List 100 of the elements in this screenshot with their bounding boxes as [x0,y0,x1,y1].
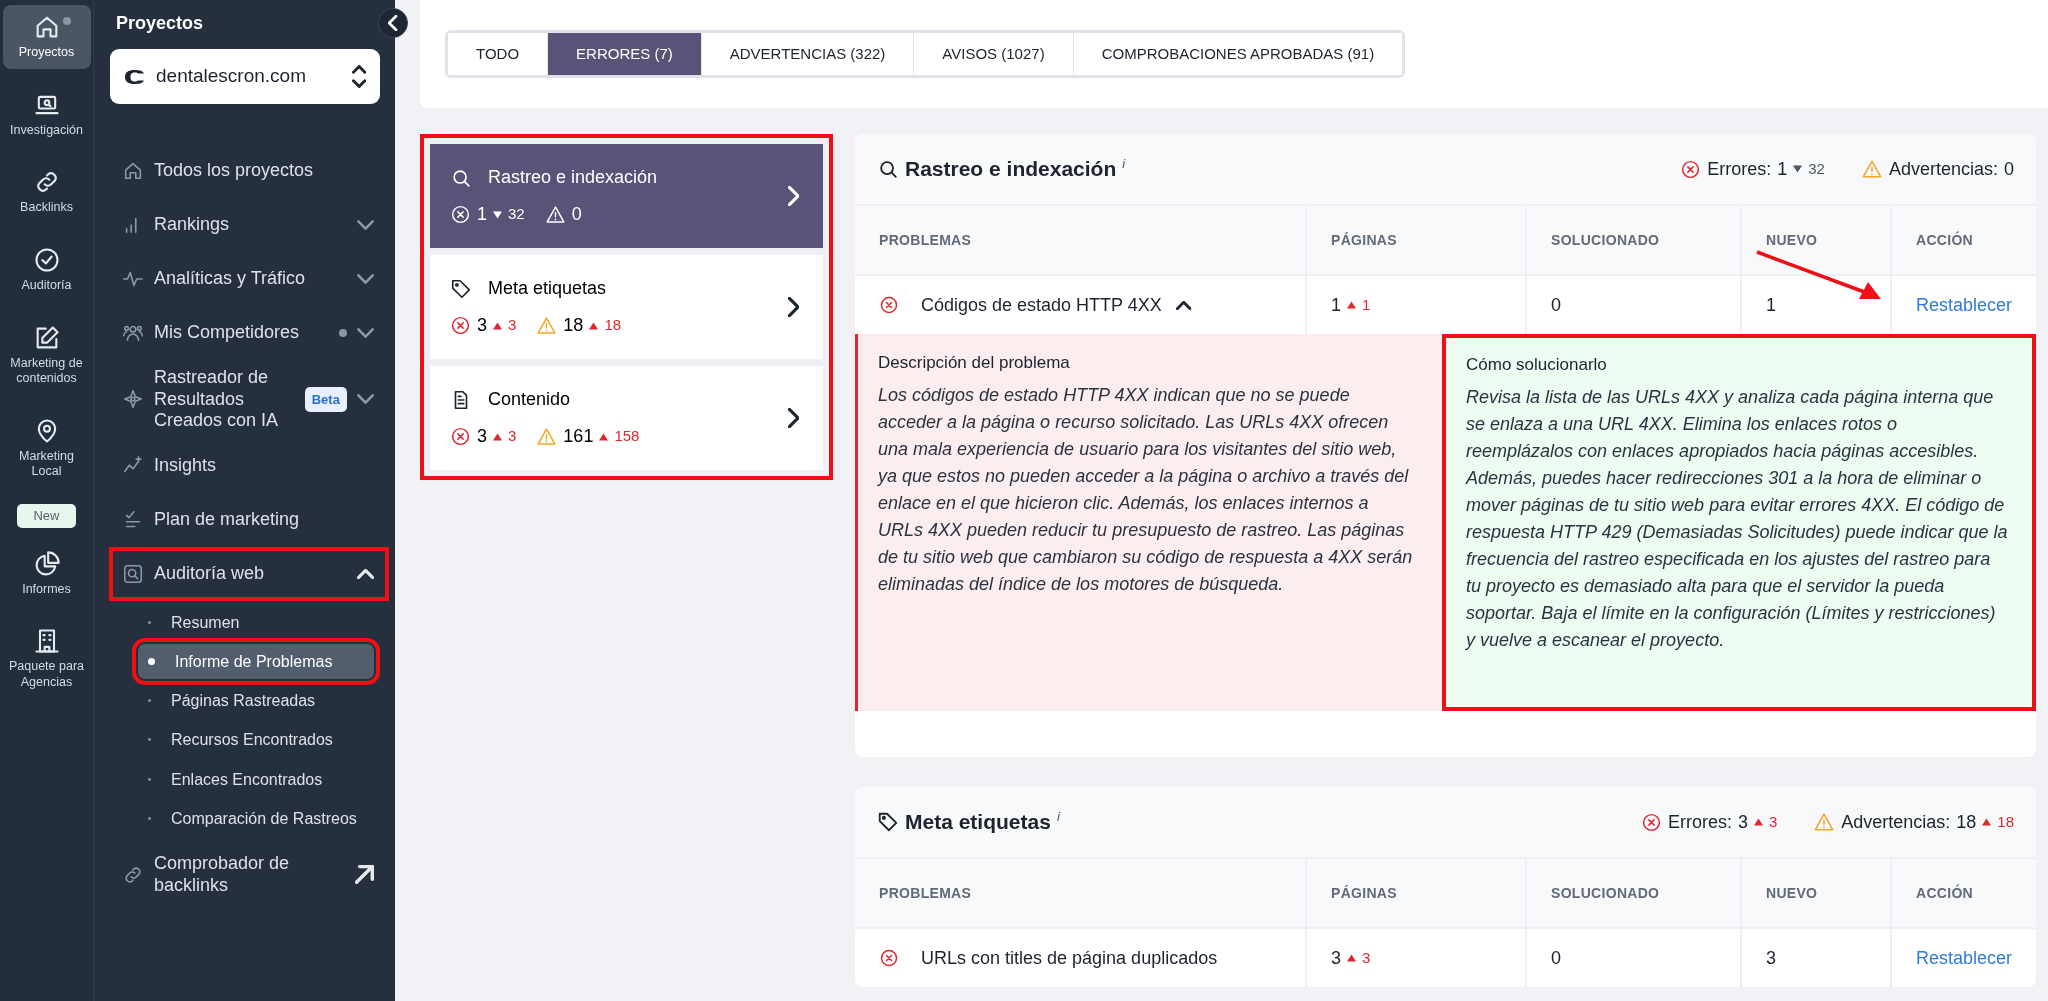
sidebar-sub-item[interactable]: Recursos Encontrados [138,722,374,758]
warning-icon [1860,158,1883,180]
rail-nav-item[interactable]: Marketing de contenidos [2,315,91,395]
column-header: PROBLEMAS [855,204,1305,274]
info-marker[interactable]: i [1056,807,1060,827]
tag-icon [877,811,899,833]
column-header: SOLUCIONADO [1525,204,1740,274]
warning-icon [536,315,558,336]
rail-nav-item[interactable]: Proyectos [2,5,91,69]
description-text: Los códigos de estado HTTP 4XX indican que no se puede acceder a la página o recurso solicitado. Las URLs 4XX ofrecen una mala experiencia de usuario para los visitantes del sitio web, ya que estos no pueden acceder a la página o archivo a través del enlace en el que hicieron clic. Además, los enlaces internos a URLs 4XX pueden reducir tu presupuesto de rastreo. Las páginas de tu sitio web que cambiaron su código de respuesta a 4XX serán eliminadas del índice de los motores de búsqueda. [878,383,1414,596]
category-card[interactable]: Meta etiquetas 3 3 18 18 [430,255,823,359]
collapse-button[interactable] [378,8,408,38]
sidebar-sub-item[interactable]: Comparación de Rastreos [138,800,374,836]
tag-icon [450,277,472,300]
filter-tab[interactable]: ERRORES (7) [547,33,701,75]
sidebar-nav-item[interactable]: Mis Competidores [116,313,382,353]
pages-delta: 3 [1362,947,1371,968]
chevron-left-icon [388,15,398,31]
chevron-up-icon [356,568,374,579]
rail-nav-item[interactable]: Marketing Local [2,408,91,488]
section-title: Rastreo e indexación [905,156,1117,183]
warnings-label: Advertencias: [1841,810,1951,834]
table-cell-text: 0 [1551,946,1561,970]
error-icon [450,315,471,336]
new-badge: New [17,504,76,528]
sidebar-sub-item[interactable]: Páginas Rastreadas [138,683,374,719]
rail-nav-item[interactable]: Paquete para Agencias [2,619,91,699]
collapse-toggle[interactable] [1175,300,1192,310]
warning-icon [536,426,558,447]
sidebar-nav-item[interactable]: Todos los proyectos [116,151,382,191]
warnings-delta: 18 [1997,811,2015,832]
column-header: PÁGINAS [1305,857,1525,927]
column-header: ACCIÓN [1890,857,2037,927]
chevron-right-icon [787,408,799,428]
rail-nav-item[interactable]: Investigación [2,82,91,147]
error-icon [1680,158,1702,180]
chevron-down-icon [356,328,374,338]
chevron-up-icon [1175,300,1192,310]
info-marker[interactable]: i [1122,154,1126,174]
sidebar-nav-item[interactable]: Rastreador de Resultados Creados con IA Beta [116,367,382,432]
search-icon [122,562,144,585]
warning-icon [1813,811,1836,833]
check-circle-icon [32,245,61,274]
chevron-right-icon [787,186,799,206]
chevron-down-icon [356,394,374,405]
category-card[interactable]: Rastreo e indexación 1 32 0 [430,144,823,248]
sidebar-nav-item[interactable]: Plan de marketing [116,499,382,540]
chevron-right-icon [787,297,799,317]
rail-nav-item[interactable]: Informes [2,541,91,606]
sidebar-nav-item[interactable]: Insights [116,445,382,486]
table-cell-text: 1 [1766,293,1776,317]
search-icon [877,158,899,180]
errors-delta: 32 [1808,158,1825,179]
column-header: ACCIÓN [1890,204,2037,274]
errors-count: 1 [1777,157,1788,181]
column-header: NUEVO [1740,204,1890,274]
reset-link[interactable]: Restablecer [1916,944,2013,972]
column-header: NUEVO [1740,857,1890,927]
warnings-label: Advertencias: [1888,157,1999,181]
chevron-down-icon [356,274,374,284]
error-icon [879,948,899,968]
errors-delta: 3 [1768,811,1778,832]
reset-link[interactable]: Restablecer [1916,291,2013,319]
warnings-count: 0 [2004,157,2015,181]
error-icon [450,426,471,447]
up-down-chevron-icon [351,65,366,88]
sidebar-sub-item[interactable]: Enlaces Encontrados [138,761,374,797]
section-title: Meta etiquetas [905,809,1051,836]
sidebar-nav-item[interactable]: Analíticas y Tráfico [116,259,382,299]
beta-badge: Beta [304,386,347,413]
errors-label: Errores: [1707,157,1772,181]
warnings-count: 18 [1956,810,1977,834]
rail-nav-item[interactable]: Backlinks [2,160,91,224]
column-header: SOLUCIONADO [1525,857,1740,927]
category-card[interactable]: Contenido 3 3 161 158 [430,366,823,470]
rail-nav-item[interactable]: Auditoría [2,237,91,302]
sidebar-title: Proyectos [116,12,205,35]
column-header: PROBLEMAS [855,857,1305,927]
table-cell-text: 1 [1331,293,1341,317]
warning-icon [544,204,566,225]
panel-title: Descripción del problema [878,352,1071,374]
problem-name: Códigos de estado HTTP 4XX [921,293,1162,317]
panel-title: Cómo solucionarlo [1466,354,1608,376]
table-cell-text: 0 [1551,293,1561,317]
table-cell-text: 3 [1331,946,1341,970]
building-icon [32,627,61,656]
project-selector[interactable]: dentalescron.com [110,49,380,104]
pages-delta: 1 [1362,294,1371,315]
arrow-up-right-icon [355,865,374,884]
error-icon [879,295,899,315]
sparkle-icon [122,388,144,411]
sidebar-nav-item[interactable]: Auditoría web [116,553,382,594]
sidebar-nav-item[interactable]: Rankings [116,205,382,245]
errors-label: Errores: [1667,810,1732,834]
sidebar-nav-item[interactable]: Comprobador de backlinks [116,852,382,897]
house-icon [122,160,144,182]
table-cell-text: 3 [1766,946,1776,970]
problem-name: URLs con titles de página duplicados [921,946,1218,970]
error-icon [1640,811,1662,833]
filter-tab[interactable]: COMPROBACIONES APROBADAS (91) [1072,33,1403,75]
